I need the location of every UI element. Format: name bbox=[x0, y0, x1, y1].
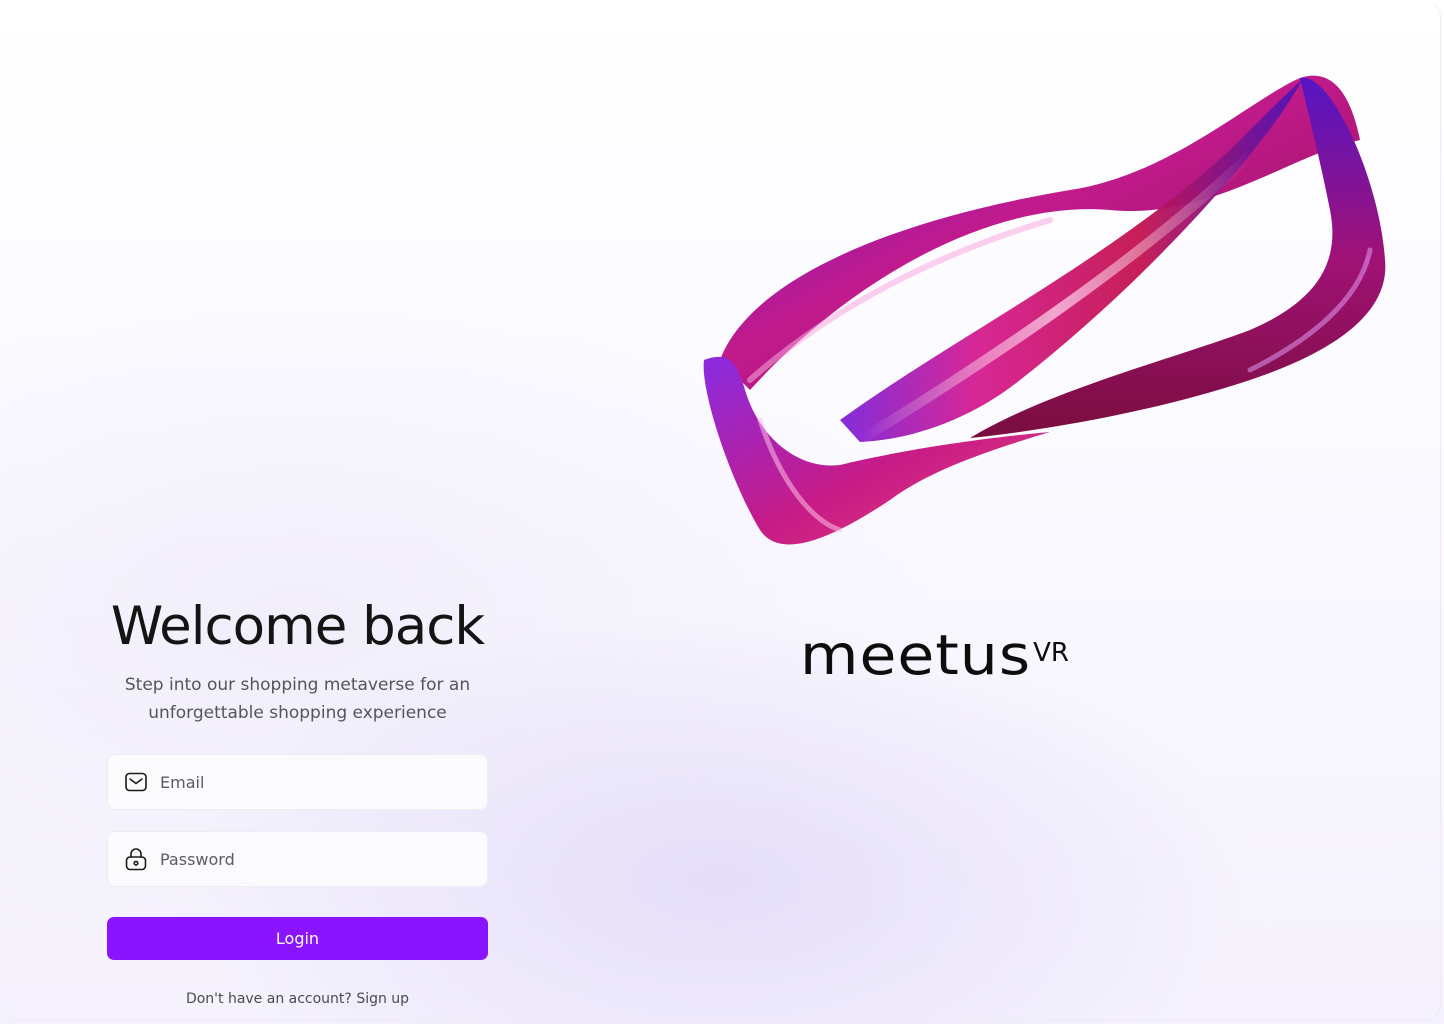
login-button[interactable]: Login bbox=[107, 917, 488, 960]
signup-link[interactable]: Sign up bbox=[356, 991, 409, 1007]
email-field[interactable] bbox=[107, 754, 488, 810]
brand-suffix: VR bbox=[1033, 638, 1069, 668]
lock-icon bbox=[124, 847, 148, 871]
brand-name: meetus bbox=[800, 623, 1032, 688]
signup-prompt: Don't have an account? Sign up bbox=[107, 991, 488, 1007]
email-input[interactable] bbox=[160, 762, 460, 802]
password-field[interactable] bbox=[107, 831, 488, 887]
page-title: Welcome back bbox=[110, 596, 485, 657]
password-input[interactable] bbox=[160, 839, 460, 879]
signup-prompt-text: Don't have an account? bbox=[185, 991, 352, 1007]
page-subtitle: Step into our shopping metaverse for an … bbox=[124, 675, 471, 723]
login-form: Welcome back Step into our shopping meta… bbox=[107, 595, 488, 1007]
mobius-ribbon-illustration bbox=[703, 75, 1386, 545]
brand-logo: meetus VR bbox=[800, 628, 1069, 698]
login-page: meetus VR Welcome back Step into our sho… bbox=[0, 0, 1444, 1024]
envelope-icon bbox=[124, 770, 148, 794]
